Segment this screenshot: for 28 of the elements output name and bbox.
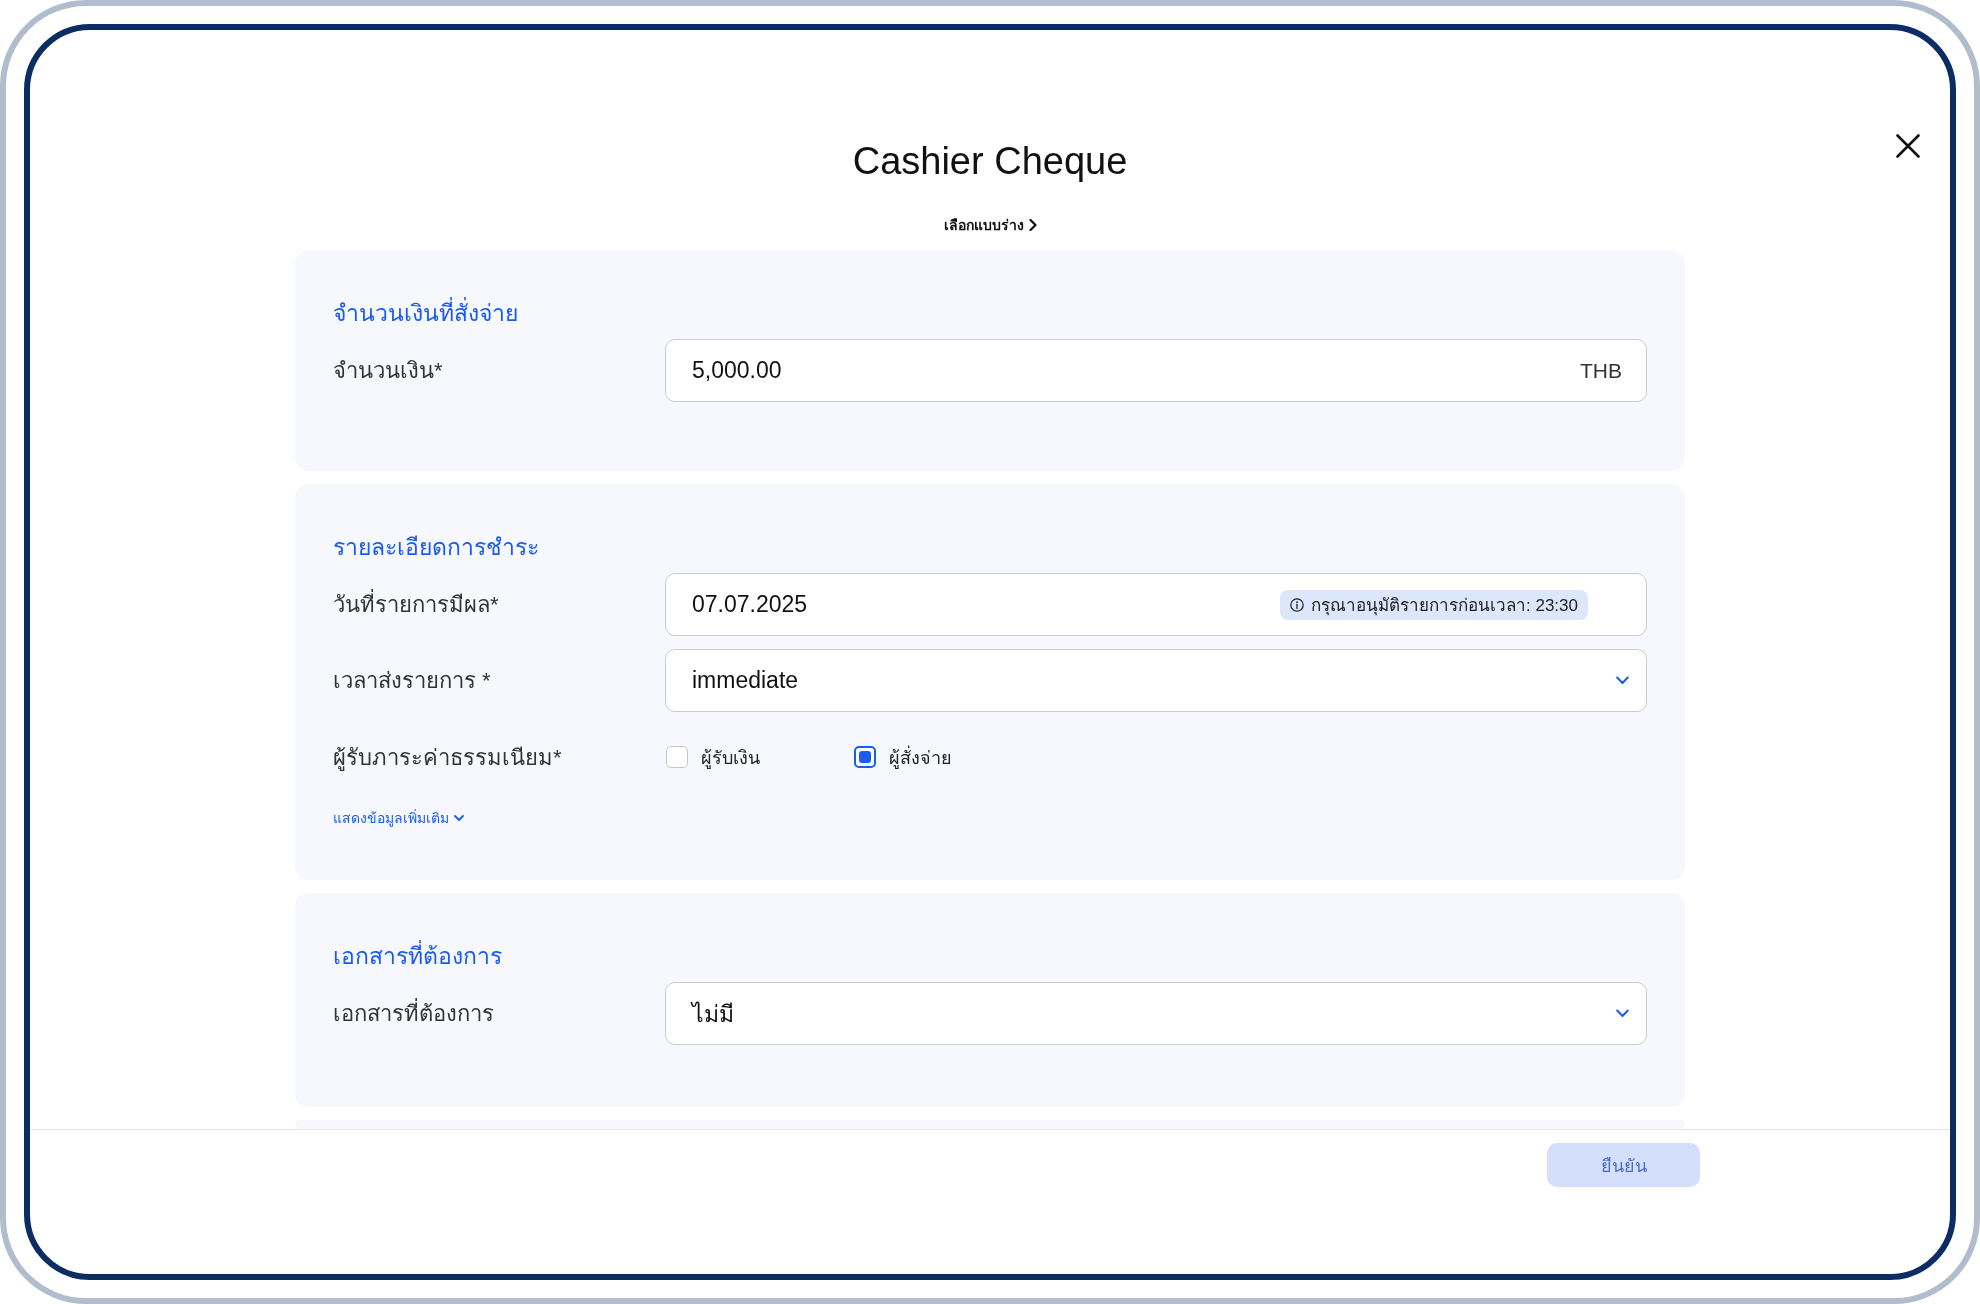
checkbox[interactable] (666, 746, 688, 768)
section-heading: จำนวนเงินที่สั่งจ่าย (333, 297, 1647, 329)
amount-input[interactable]: 5,000.00 THB (665, 339, 1647, 402)
fee-payer-option[interactable]: ผู้สั่งจ่าย (854, 742, 952, 772)
close-button[interactable] (1896, 134, 1920, 158)
chevron-right-icon (1028, 219, 1037, 231)
chevron-down-icon (1616, 1009, 1629, 1018)
hint-text: กรุณาอนุมัติรายการก่อนเวลา: 23:30 (1311, 595, 1578, 618)
info-icon (1290, 597, 1304, 612)
field-label: ผู้รับภาระค่าธรรมเนียม* (333, 743, 563, 773)
fee-payer-option[interactable]: ผู้รับเงิน (666, 742, 760, 772)
chevron-down-icon (454, 814, 464, 822)
close-icon (1896, 134, 1920, 158)
checkbox[interactable] (854, 746, 876, 768)
select-dropdown[interactable]: ไม่มี (665, 982, 1647, 1045)
field-label: เอกสารที่ต้องการ (333, 996, 665, 1031)
select-dropdown[interactable]: immediate (665, 649, 1647, 712)
date-input[interactable]: 07.07.2025 กรุณาอนุมัติรายการก่อนเวลา: 23:30 (665, 573, 1647, 636)
choose-draft-link[interactable]: เลือกแบบร่าง (943, 215, 1037, 235)
field-label: จำนวนเงิน* (333, 357, 444, 385)
dialog-title: Cashier Cheque (852, 139, 1128, 184)
currency-label: THB (1580, 358, 1622, 383)
chevron-down-icon (1616, 676, 1629, 685)
field-label: วันที่รายการมีผล* (333, 587, 665, 622)
show-more-link[interactable]: แสดงข้อมูลเพิ่มเติม (333, 808, 464, 828)
field-label: เวลาส่งรายการ * (333, 667, 492, 695)
section-heading: เอกสารที่ต้องการ (333, 940, 1647, 972)
section-heading: รายละเอียดการชำระ (333, 533, 540, 562)
